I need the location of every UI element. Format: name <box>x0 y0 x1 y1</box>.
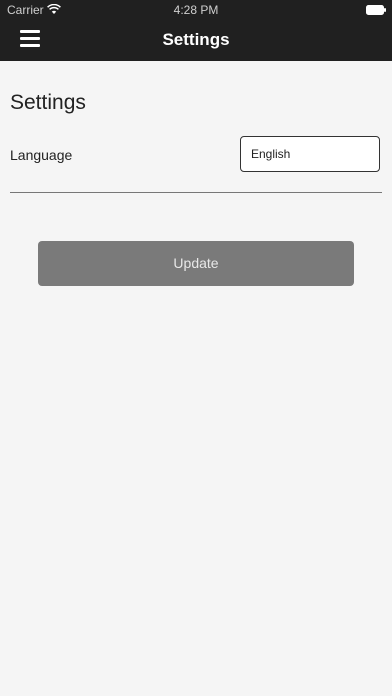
language-select-value: English <box>251 147 291 161</box>
update-button-label: Update <box>173 255 219 271</box>
update-button[interactable]: Update <box>38 241 354 286</box>
battery-icon <box>366 5 386 15</box>
status-bar: Carrier 4:28 PM <box>0 0 392 20</box>
navigation-bar: Settings <box>0 20 392 61</box>
language-label: Language <box>10 147 73 163</box>
status-time: 4:28 PM <box>173 3 219 17</box>
divider <box>10 192 382 193</box>
page-title: Settings <box>10 91 86 114</box>
nav-title: Settings <box>162 30 230 49</box>
language-select[interactable]: English <box>240 136 380 172</box>
